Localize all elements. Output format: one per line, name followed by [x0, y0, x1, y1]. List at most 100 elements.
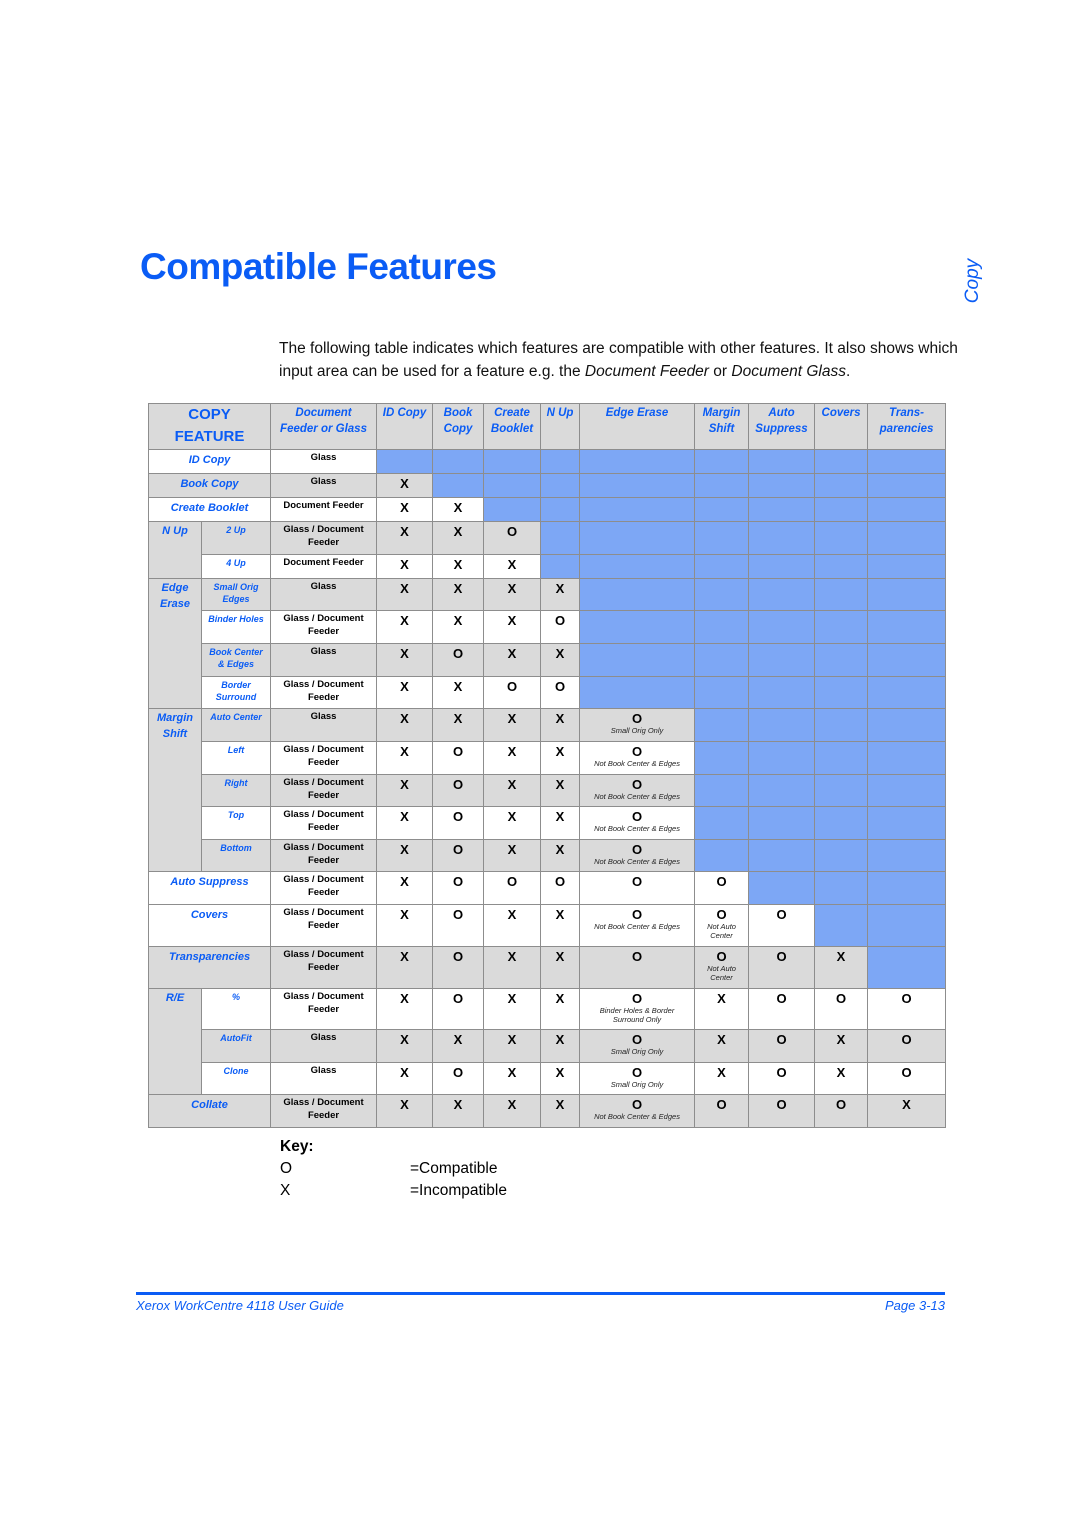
intro-emphasis-glass: Document Glass — [731, 362, 846, 380]
incompatible-mark-cell: X — [376, 578, 434, 611]
compatibility-mark: X — [902, 1097, 911, 1112]
compatibility-mark: X — [400, 842, 409, 857]
compatibility-mark: O — [835, 1097, 847, 1112]
not-applicable-cell — [867, 521, 947, 555]
column-header: Document Feeder or Glass — [270, 403, 378, 450]
not-applicable-cell — [579, 473, 696, 498]
incompatible-mark-cell: X — [814, 1062, 869, 1095]
sub-feature-cell: % — [200, 988, 272, 1030]
compatibility-mark: O — [631, 809, 643, 824]
not-applicable-cell — [694, 473, 750, 498]
compatibility-mark: X — [555, 646, 565, 661]
compatibility-mark: O — [776, 991, 787, 1006]
incompatible-mark-cell: X — [540, 578, 581, 611]
compatibility-mark: O — [776, 1097, 787, 1112]
input-source: Glass — [310, 581, 337, 592]
compatible-mark-cell: O — [694, 871, 750, 905]
not-applicable-cell — [814, 643, 869, 677]
incompatible-mark-cell: X — [483, 643, 542, 677]
compatible-mark-cell: O Small Orig Only — [579, 1062, 696, 1095]
input-source-cell: Glass — [270, 473, 378, 498]
table-row: Edge Erase Small Orig Edges Glass X X X X — [148, 578, 947, 709]
not-applicable-cell — [579, 554, 696, 579]
table-row: ID Copy Glass — [147, 449, 947, 474]
compatible-mark-cell: O Not Book Center & Edges — [579, 741, 696, 775]
column-header-text: Document — [295, 407, 352, 419]
compatibility-mark: X — [507, 777, 517, 792]
incompatible-mark-cell: X — [483, 578, 542, 611]
feature-group-cell: Margin Shift — [148, 708, 202, 872]
table-header-row: COPY FEATURE Document Feeder or Glass ID C… — [147, 403, 947, 450]
not-applicable-cell — [748, 806, 816, 840]
compatible-mark-cell: O — [540, 676, 581, 709]
incompatible-mark-cell: X — [432, 578, 485, 611]
compatibility-mark: O — [554, 874, 566, 889]
input-source-cell: Glass — [270, 708, 378, 742]
compatible-mark-cell: O — [540, 610, 581, 644]
column-header-text: Book — [443, 407, 473, 419]
sub-feature-cell: Small Orig Edges — [200, 578, 272, 611]
compatible-mark-cell: O — [432, 774, 485, 807]
compatibility-mark: X — [507, 907, 517, 922]
compatibility-mark: O — [452, 646, 464, 661]
legend-meaning: =Incompatible — [410, 1182, 507, 1199]
not-applicable-cell — [748, 578, 816, 611]
incompatible-mark-cell: X — [483, 988, 542, 1030]
compatibility-table: COPY FEATURE Document Feeder or Glass ID C… — [147, 403, 947, 1128]
not-applicable-cell — [694, 521, 750, 555]
compatibility-mark: O — [452, 907, 464, 922]
compatibility-mark: X — [400, 711, 409, 726]
feature-group-name: Erase — [160, 598, 190, 610]
compatibility-mark: X — [400, 991, 409, 1006]
incompatible-mark-cell: X — [376, 1029, 434, 1063]
compatibility-mark: X — [555, 1032, 565, 1047]
compatibility-mark: O — [631, 907, 643, 922]
compatibility-mark: X — [453, 557, 463, 572]
column-header-text: Edge Erase — [605, 407, 669, 419]
not-applicable-cell — [814, 578, 869, 611]
corner-line1: COPY — [188, 406, 231, 423]
feature-name: Covers — [190, 909, 229, 921]
compatibility-mark: X — [507, 711, 517, 726]
compatibility-mark: X — [555, 1065, 565, 1080]
compatible-mark-cell: O — [867, 988, 947, 1030]
compatible-mark-cell: O — [867, 1062, 947, 1095]
incompatible-mark-cell: X — [376, 676, 434, 709]
sub-feature-name: Auto Center — [210, 712, 262, 722]
sub-feature-name: Book Center — [209, 647, 263, 657]
compatibility-mark: O — [776, 907, 787, 922]
compatibility-mark: O — [716, 907, 727, 922]
compatibility-mark: O — [452, 1065, 464, 1080]
compatibility-mark: O — [452, 809, 464, 824]
sub-feature-cell: Left — [200, 741, 272, 775]
not-applicable-cell — [694, 497, 750, 522]
feature-name-cell: Auto Suppress — [147, 871, 272, 905]
input-source-cell: Glass / Document Feeder — [270, 988, 378, 1030]
incompatible-mark-cell: X — [483, 741, 542, 775]
sub-feature-cell: 2 Up — [200, 521, 272, 555]
input-source-cell: Glass — [270, 1029, 378, 1063]
compatible-mark-cell: O — [432, 946, 485, 989]
feature-group-cell: R/E — [148, 988, 202, 1095]
feature-name: ID Copy — [188, 454, 231, 466]
not-applicable-cell — [814, 473, 869, 498]
not-applicable-cell — [748, 449, 816, 474]
compatibility-mark: X — [400, 500, 409, 515]
not-applicable-cell — [814, 610, 869, 644]
not-applicable-cell — [748, 521, 816, 555]
compatible-mark-cell: O Not Book Center & Edges — [579, 839, 696, 872]
input-source-cell: Document Feeder — [270, 497, 378, 522]
compatibility-mark: O — [452, 744, 464, 759]
not-applicable-cell — [579, 521, 696, 555]
not-applicable-cell — [748, 839, 816, 872]
input-source: Glass / Document — [283, 744, 364, 755]
compatibility-note: Not Book Center & Edges — [594, 1112, 680, 1121]
compatibility-mark: O — [716, 874, 727, 889]
compatibility-mark: X — [507, 949, 517, 964]
not-applicable-cell — [579, 578, 696, 611]
input-source: Document Feeder — [283, 500, 364, 511]
sub-feature-name: Left — [227, 745, 245, 755]
input-source: Glass / Document — [283, 809, 364, 820]
not-applicable-cell — [694, 643, 750, 677]
compatibility-note: Not Book Center & Edges — [594, 922, 680, 931]
